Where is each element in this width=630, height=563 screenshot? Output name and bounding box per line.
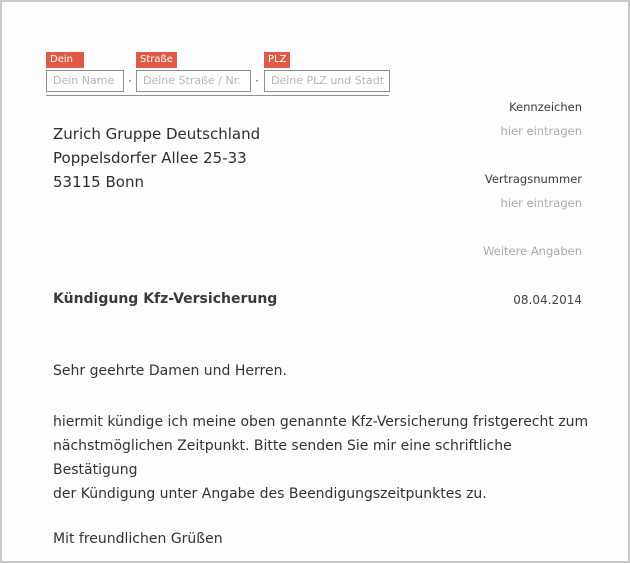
sender-name-field[interactable]: Dein Name Dein Name xyxy=(46,52,124,92)
separator-dot: · xyxy=(255,74,259,88)
closing: Mit freundlichen Grüßen xyxy=(53,531,223,547)
recipient-address: Zurich Gruppe Deutschland Poppelsdorfer … xyxy=(53,122,260,194)
sender-underline xyxy=(46,95,389,96)
recipient-line: 53115 Bonn xyxy=(53,173,144,191)
sender-city-field[interactable]: PLZ Ort Deine PLZ und Stadt xyxy=(264,52,390,92)
salutation: Sehr geehrte Damen und Herren. xyxy=(53,363,287,379)
letter-subject: Kündigung Kfz-Versicherung xyxy=(53,291,278,307)
vertragsnummer-input[interactable]: hier eintragen xyxy=(501,196,582,210)
kennzeichen-input[interactable]: hier eintragen xyxy=(501,124,582,138)
sender-city-input[interactable]: Deine PLZ und Stadt xyxy=(264,70,390,92)
kennzeichen-label: Kennzeichen xyxy=(509,100,582,114)
weitere-angaben-input[interactable]: Weitere Angaben xyxy=(483,244,582,258)
vertragsnummer-label: Vertragsnummer xyxy=(484,172,582,186)
sender-street-input[interactable]: Deine Straße / Nr. xyxy=(136,70,251,92)
sender-city-tag: PLZ Ort xyxy=(264,52,291,79)
recipient-line: Poppelsdorfer Allee 25-33 xyxy=(53,149,247,167)
separator-dot: · xyxy=(128,74,132,88)
letter-date: 08.04.2014 xyxy=(513,293,582,307)
body-line: der Kündigung unter Angabe des Beendigun… xyxy=(53,486,487,502)
letter-body: hiermit kündige ich meine oben genannte … xyxy=(53,410,593,506)
letter-page: Dein Name Dein Name · Straße / Nr Deine … xyxy=(0,0,630,563)
sender-name-tag: Dein Name xyxy=(46,52,84,79)
sender-street-field[interactable]: Straße / Nr Deine Straße / Nr. xyxy=(136,52,251,92)
sender-street-tag: Straße / Nr xyxy=(136,52,177,79)
sender-name-input[interactable]: Dein Name xyxy=(46,70,124,92)
body-line: hiermit kündige ich meine oben genannte … xyxy=(53,414,589,430)
body-line: nächstmöglichen Zeitpunkt. Bitte senden … xyxy=(53,438,512,478)
recipient-line: Zurich Gruppe Deutschland xyxy=(53,125,261,143)
